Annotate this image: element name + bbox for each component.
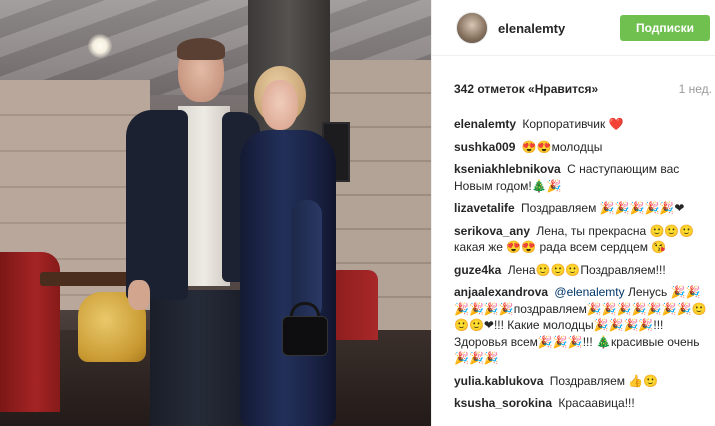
comments-list: elenalemty Корпоративчик ❤️ sushka009 😍😍… xyxy=(454,116,712,418)
comment-mention[interactable]: @elenalemty xyxy=(554,285,624,299)
comment-item: elenalemty Корпоративчик ❤️ xyxy=(454,116,712,133)
comment-author[interactable]: serikova_any xyxy=(454,224,530,238)
comment-item: sushka009 😍😍молодцы xyxy=(454,139,712,156)
comment-author[interactable]: anjaalexandrova xyxy=(454,285,548,299)
comment-author[interactable]: lizavetalife xyxy=(454,201,515,215)
comment-author[interactable]: yulia.kablukova xyxy=(454,374,543,388)
comment-text: Лена🙂🙂🙂Поздравляем!!! xyxy=(507,262,666,277)
photo-ceiling-light xyxy=(88,34,112,58)
comment-text: Поздравляем 👍🙂 xyxy=(549,373,659,388)
comment-item: anjaalexandrova @elenalemty Ленусь 🎉🎉🎉🎉🎉… xyxy=(454,284,712,367)
comment-text: Корпоративчик ❤️ xyxy=(522,117,624,131)
photo-bag xyxy=(282,316,328,356)
photo-man-hair xyxy=(177,38,225,60)
photo-man-legs xyxy=(150,290,246,426)
comment-text: Поздравляем 🎉🎉🎉🎉🎉❤ xyxy=(521,201,685,215)
comment-item: guze4ka Лена🙂🙂🙂Поздравляем!!! xyxy=(454,262,712,279)
comment-author[interactable]: elenalemty xyxy=(454,117,516,131)
likes-count[interactable]: 342 отметок «Нравится» xyxy=(454,82,598,96)
likes-row: 342 отметок «Нравится» 1 нед. xyxy=(454,82,712,98)
comment-author[interactable]: kseniakhlebnikova xyxy=(454,162,561,176)
post-time[interactable]: 1 нед. xyxy=(679,82,712,96)
photo-man-jacket-left xyxy=(126,110,188,300)
comment-author[interactable]: guze4ka xyxy=(454,263,501,277)
comment-text: Красаавица!!! xyxy=(558,396,635,410)
photo-table xyxy=(40,272,130,286)
post-sidebar: elenalemty Подписки 342 отметок «Нравитс… xyxy=(431,0,715,426)
post-header: elenalemty Подписки xyxy=(432,0,715,56)
comment-item: yulia.kablukova Поздравляем 👍🙂 xyxy=(454,373,712,390)
avatar[interactable] xyxy=(456,12,488,44)
comment-item: ksusha_sorokina Красаавица!!! xyxy=(454,395,712,412)
post-photo[interactable] xyxy=(0,0,431,426)
comment-author[interactable]: sushka009 xyxy=(454,140,515,154)
comment-text: 😍😍молодцы xyxy=(521,139,603,154)
post-username[interactable]: elenalemty xyxy=(498,21,565,36)
comment-item: serikova_any Лена, ты прекрасна 🙂🙂🙂 кака… xyxy=(454,223,712,256)
comment-item: lizavetalife Поздравляем 🎉🎉🎉🎉🎉❤ xyxy=(454,200,712,217)
comment-author[interactable]: ksusha_sorokina xyxy=(454,396,552,410)
comment-item: kseniakhlebnikova С наступающим вас Новы… xyxy=(454,161,712,194)
photo-man-hand xyxy=(128,280,150,310)
following-button[interactable]: Подписки xyxy=(620,15,710,41)
photo-woman-face xyxy=(262,80,298,130)
